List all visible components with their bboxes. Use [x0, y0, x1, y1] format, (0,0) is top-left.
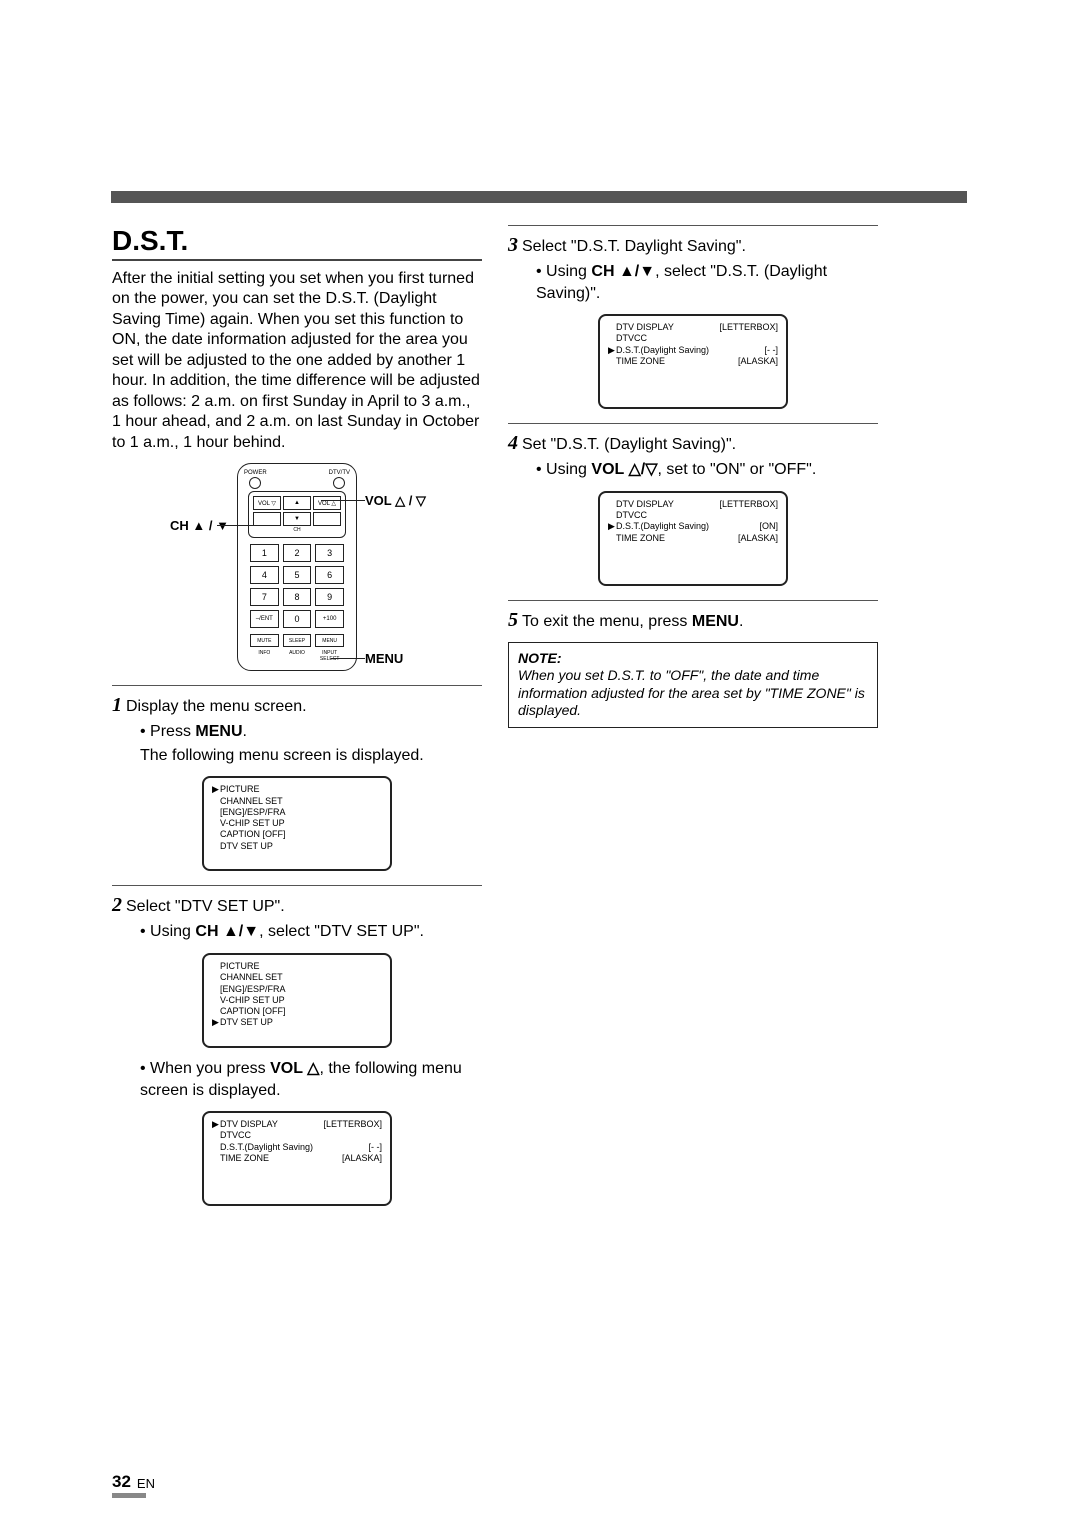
step-2-bullet: • Using CH ▲/▼, select "DTV SET UP". — [140, 921, 482, 943]
remote-label-dtvtv: DTV/TV — [329, 470, 350, 476]
divider — [508, 225, 878, 226]
ch-down-button: ▼ — [283, 512, 311, 526]
ent-button: –/ENT — [250, 610, 279, 628]
note-box: NOTE: When you set D.S.T. to "OFF", the … — [508, 642, 878, 728]
page-number: 32EN — [112, 1472, 155, 1492]
step-5: 5To exit the menu, press MENU. — [508, 607, 878, 634]
callout-menu: MENU — [365, 651, 403, 666]
num-5: 5 — [283, 566, 312, 584]
menu-screen-5: DTV DISPLAY[LETTERBOX]DTVCC▶D.S.T.(Dayli… — [598, 491, 788, 586]
ch-up-button: ▲ — [283, 496, 311, 510]
note-label: NOTE: — [518, 650, 868, 668]
step-4: 4Set "D.S.T. (Daylight Saving)". — [508, 430, 878, 457]
step-2: 2Select "DTV SET UP". — [112, 892, 482, 919]
menu-screen-2: PICTURECHANNEL SET[ENG]/ESP/FRAV-CHIP SE… — [202, 953, 392, 1048]
divider — [112, 685, 482, 686]
header-rule — [111, 191, 967, 203]
num-2: 2 — [283, 544, 312, 562]
num-0: 0 — [283, 610, 312, 628]
vol-up-button: VOL △ — [313, 496, 341, 510]
menu-button: MENU — [315, 634, 344, 647]
vol-down-button: VOL ▽ — [253, 496, 281, 510]
power-button — [249, 477, 261, 489]
divider — [508, 423, 878, 424]
remote-control-diagram: VOL △ / ▽ CH ▲ / ▼ MENU POWER DTV/TV VOL… — [237, 463, 357, 671]
num-3: 3 — [315, 544, 344, 562]
num-8: 8 — [283, 588, 312, 606]
num-7: 7 — [250, 588, 279, 606]
menu-screen-1: ▶PICTURECHANNEL SET[ENG]/ESP/FRAV-CHIP S… — [202, 776, 392, 871]
menu-screen-3: ▶DTV DISPLAY[LETTERBOX]DTVCCD.S.T.(Dayli… — [202, 1111, 392, 1206]
dtvtv-button — [333, 477, 345, 489]
info-label: INFO — [250, 650, 279, 662]
remote-label-power: POWER — [244, 470, 267, 476]
callout-vol: VOL △ / ▽ — [365, 493, 426, 509]
num-9: 9 — [315, 588, 344, 606]
intro-paragraph: After the initial setting you set when y… — [112, 269, 482, 453]
num-6: 6 — [315, 566, 344, 584]
step-1: 1Display the menu screen. — [112, 692, 482, 719]
audio-label: AUDIO — [283, 650, 312, 662]
vol-note: • When you press VOL △, the following me… — [140, 1058, 482, 1101]
divider — [112, 885, 482, 886]
plus100-button: +100 — [315, 610, 344, 628]
step-1-plain: The following menu screen is displayed. — [140, 745, 482, 767]
mute-button: MUTE — [250, 634, 279, 647]
step-4-bullet: • Using VOL △/▽, set to "ON" or "OFF". — [536, 459, 878, 481]
note-body: When you set D.S.T. to "OFF", the date a… — [518, 667, 868, 720]
step-1-bullet: • Press MENU. — [140, 721, 482, 743]
step-3-bullet: • Using CH ▲/▼, select "D.S.T. (Daylight… — [536, 261, 878, 304]
num-4: 4 — [250, 566, 279, 584]
input-label: INPUT SELECT — [315, 650, 344, 662]
num-1: 1 — [250, 544, 279, 562]
step-3: 3Select "D.S.T. Daylight Saving". — [508, 232, 878, 259]
menu-screen-4: DTV DISPLAY[LETTERBOX]DTVCC▶D.S.T.(Dayli… — [598, 314, 788, 409]
sleep-button: SLEEP — [283, 634, 312, 647]
section-title: D.S.T. — [112, 225, 482, 261]
divider — [508, 600, 878, 601]
